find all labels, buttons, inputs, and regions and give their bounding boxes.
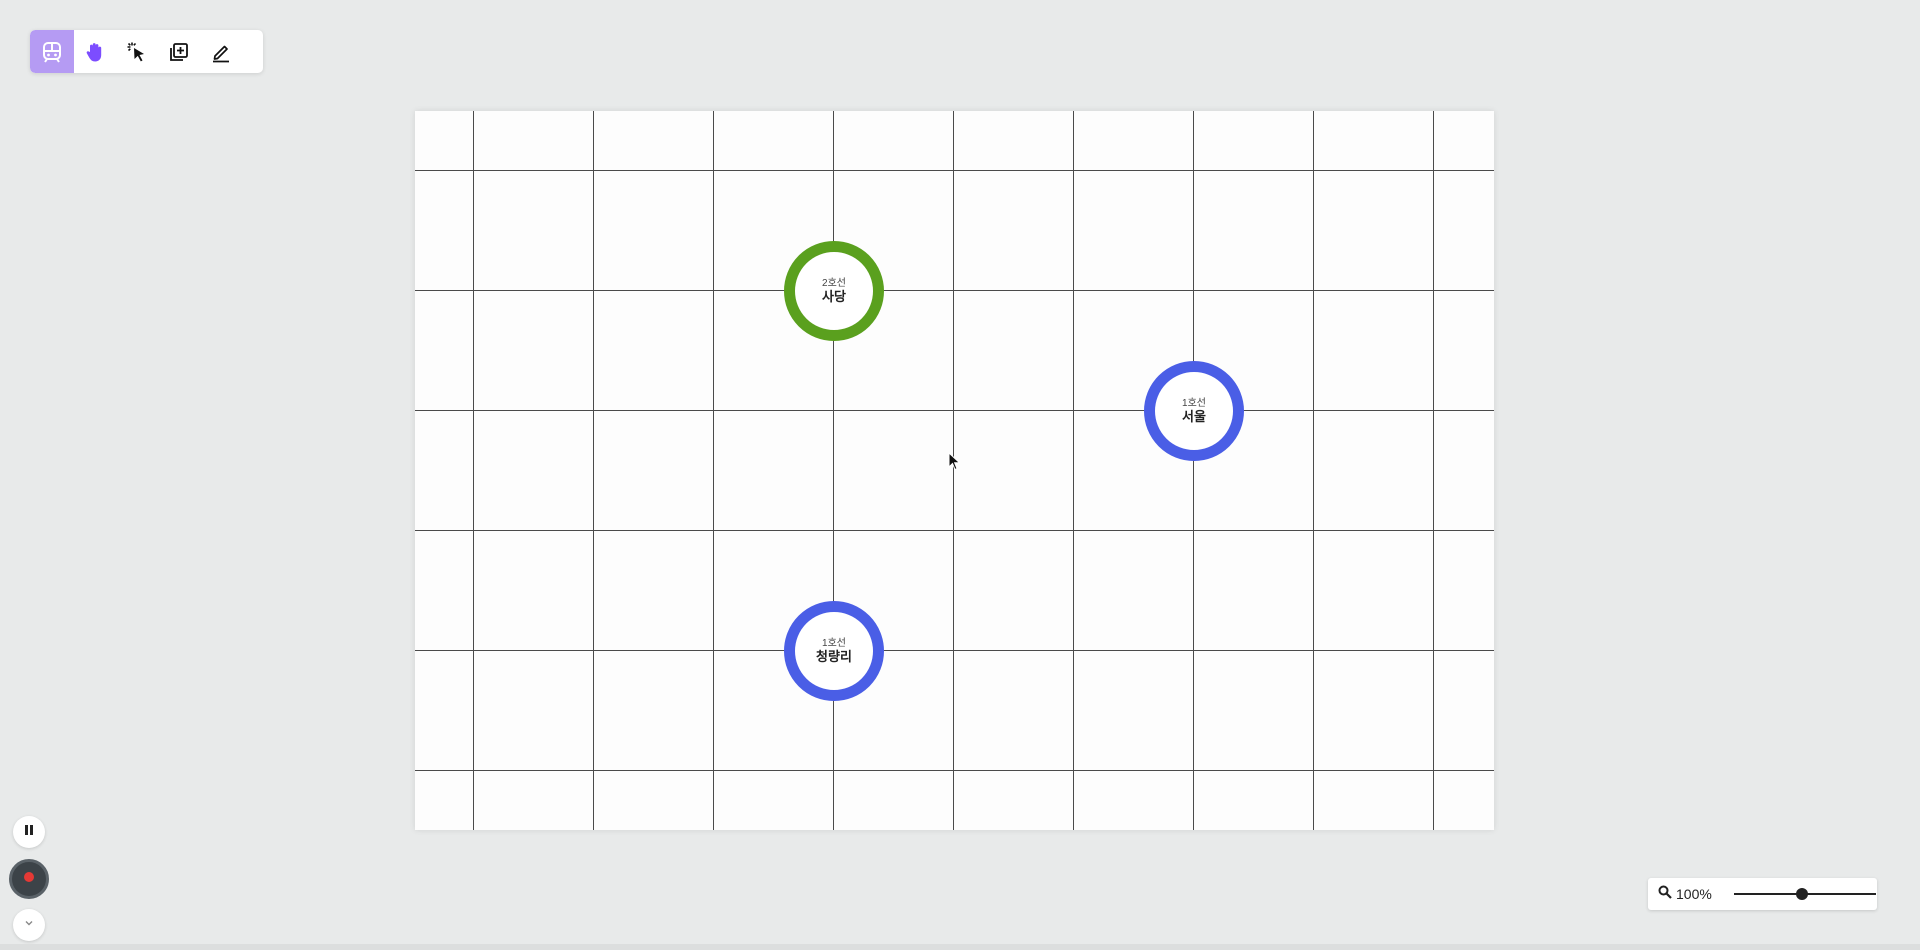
pen-tool-button[interactable] bbox=[200, 30, 242, 73]
grid-line bbox=[415, 530, 1494, 531]
grid-line bbox=[415, 170, 1494, 171]
station-name-label: 사당 bbox=[822, 288, 846, 304]
grid-line bbox=[415, 410, 1494, 411]
grid-line bbox=[415, 770, 1494, 771]
app: 2호선 사당 1호선 서울 1호선 청량리 100% bbox=[0, 0, 1920, 950]
grid-line bbox=[1313, 111, 1314, 830]
zoom-slider-thumb[interactable] bbox=[1796, 888, 1809, 900]
station-line-label: 1호선 bbox=[1182, 397, 1206, 409]
hand-icon bbox=[84, 41, 106, 63]
mouse-cursor-icon bbox=[948, 451, 962, 477]
grid-line bbox=[713, 111, 714, 830]
grid-line bbox=[473, 111, 474, 830]
grid-line bbox=[593, 111, 594, 830]
grid-line bbox=[833, 111, 834, 830]
toolbar bbox=[30, 30, 263, 73]
zoom-slider[interactable] bbox=[1734, 886, 1876, 902]
station-line-label: 2호선 bbox=[822, 277, 846, 289]
pause-icon bbox=[23, 823, 35, 841]
zoom-control: 100% bbox=[1648, 878, 1877, 910]
train-tool-button[interactable] bbox=[30, 30, 74, 73]
zoom-level-label: 100% bbox=[1676, 886, 1712, 902]
record-button[interactable] bbox=[9, 859, 49, 899]
train-icon bbox=[41, 41, 63, 63]
grid-line bbox=[1193, 111, 1194, 830]
station-seoul[interactable]: 1호선 서울 bbox=[1144, 361, 1244, 461]
grid-line bbox=[1073, 111, 1074, 830]
station-line-label: 1호선 bbox=[822, 637, 846, 649]
add-layer-icon bbox=[168, 41, 190, 63]
record-icon bbox=[23, 870, 35, 888]
station-name-label: 청량리 bbox=[816, 648, 852, 664]
bottom-edge bbox=[0, 944, 1920, 950]
search-icon bbox=[1658, 885, 1672, 904]
chevron-down-icon bbox=[23, 916, 35, 934]
station-cheongnyangni[interactable]: 1호선 청량리 bbox=[784, 601, 884, 701]
hand-tool-button[interactable] bbox=[74, 30, 116, 73]
add-layer-button[interactable] bbox=[158, 30, 200, 73]
select-cursor-icon bbox=[126, 41, 148, 63]
pause-button[interactable] bbox=[13, 816, 45, 848]
station-sadang[interactable]: 2호선 사당 bbox=[784, 241, 884, 341]
grid-line bbox=[415, 290, 1494, 291]
grid-line bbox=[1433, 111, 1434, 830]
pen-icon bbox=[210, 41, 232, 63]
grid-line bbox=[415, 650, 1494, 651]
station-name-label: 서울 bbox=[1182, 408, 1206, 424]
select-tool-button[interactable] bbox=[116, 30, 158, 73]
expand-button[interactable] bbox=[13, 909, 45, 941]
